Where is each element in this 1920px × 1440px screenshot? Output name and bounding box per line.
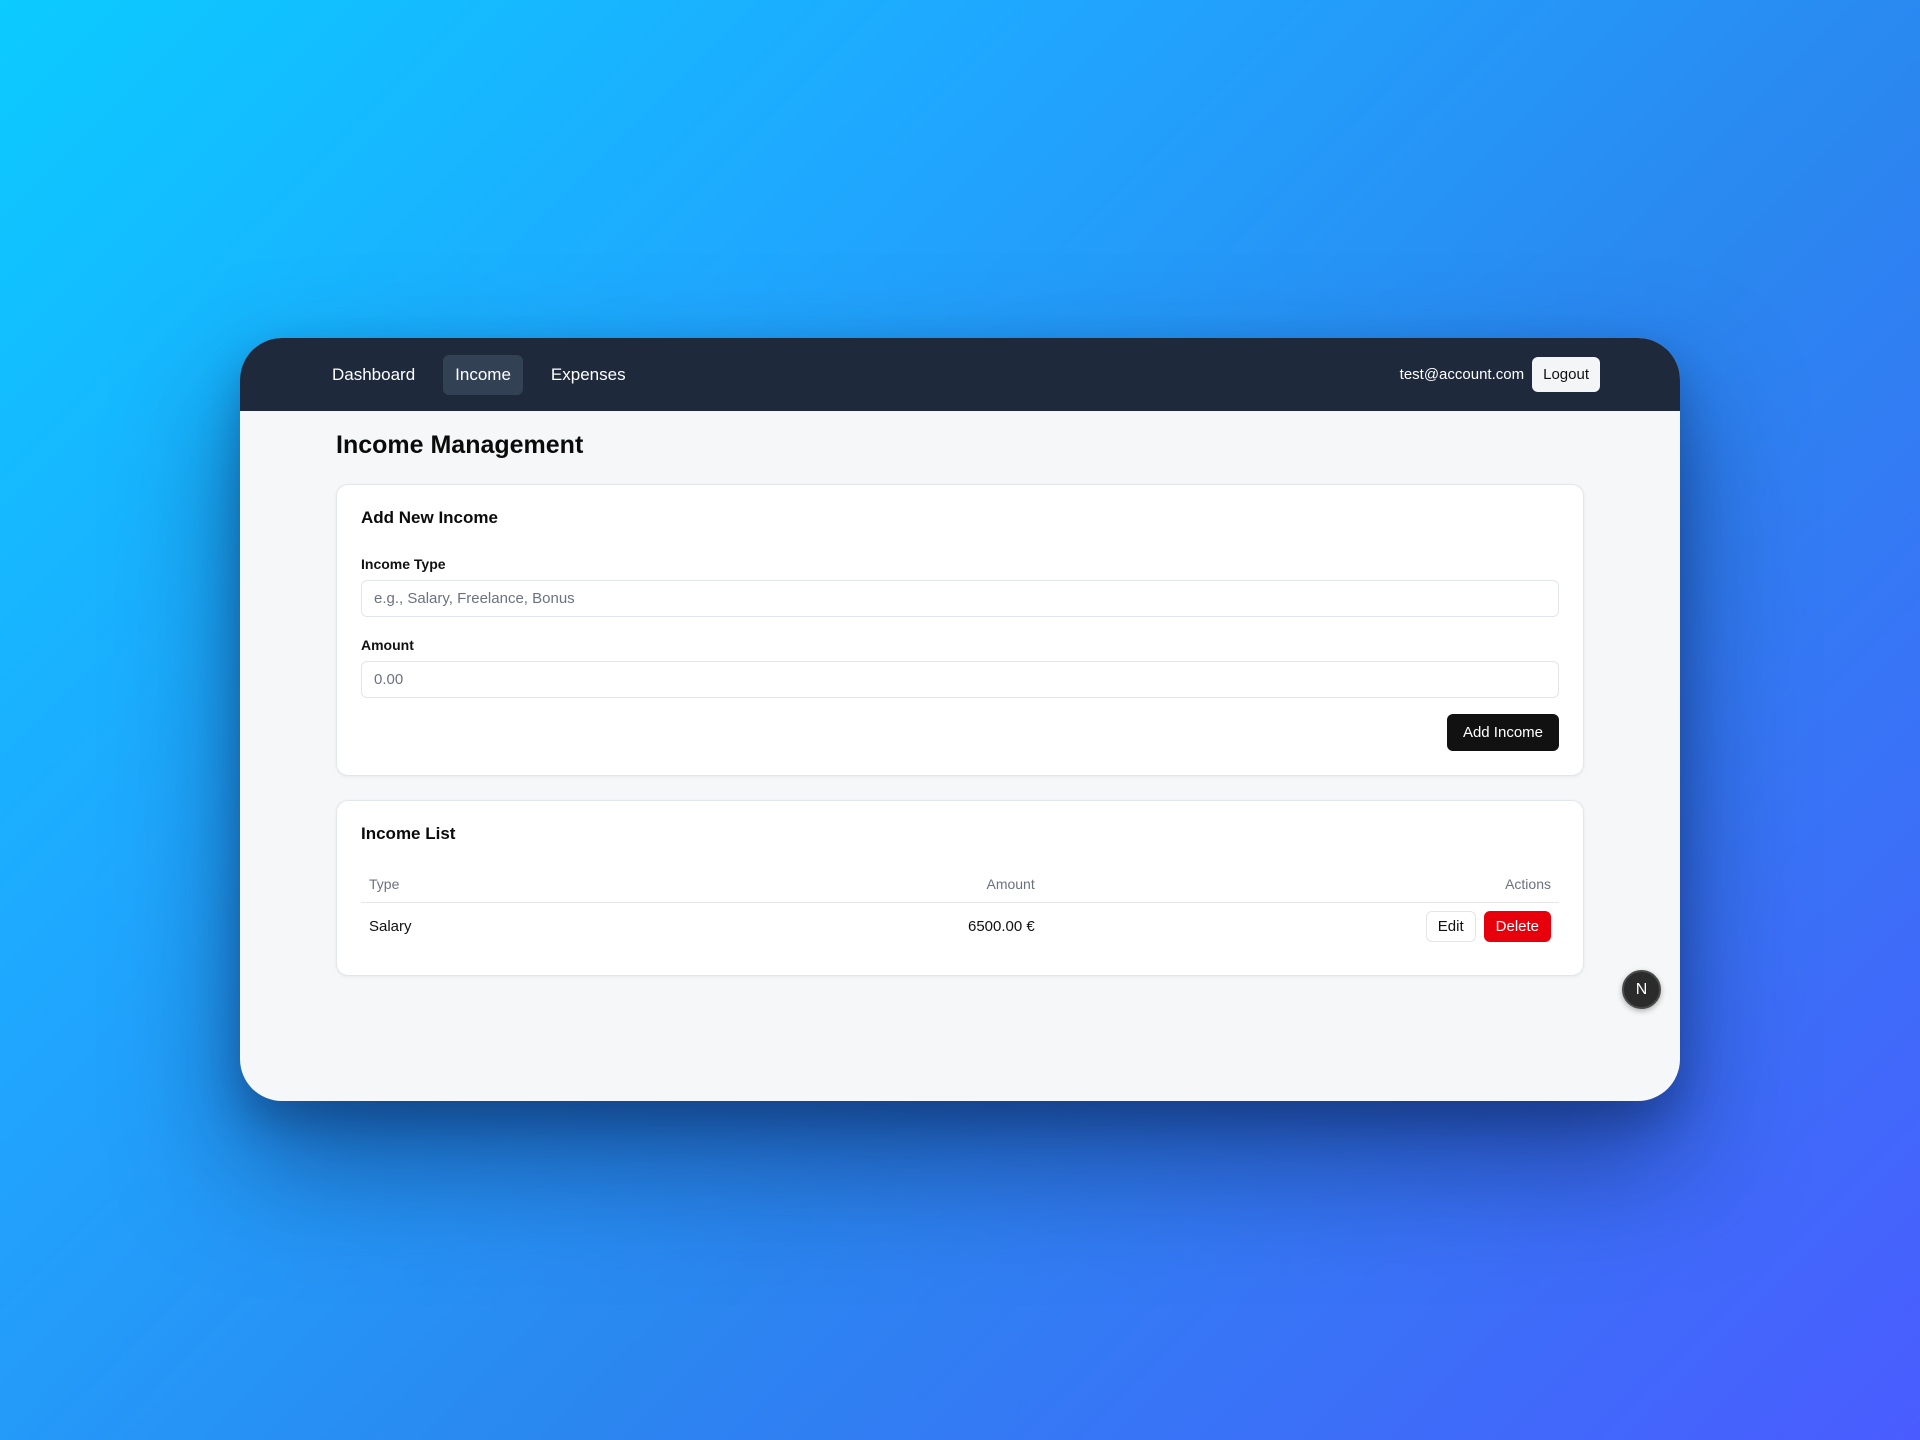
income-type-cell: Salary (369, 918, 412, 936)
badge-letter: N (1635, 980, 1648, 998)
nav-link-dashboard[interactable]: Dashboard (320, 355, 427, 395)
page-title: Income Management (336, 431, 584, 459)
amount-label: Amount (361, 637, 414, 653)
top-navbar: Dashboard Income Expenses test@account.c… (240, 338, 1680, 411)
nav-user-area: test@account.com Logout (1400, 357, 1600, 392)
app-window: Dashboard Income Expenses test@account.c… (240, 338, 1680, 1101)
nav-link-expenses[interactable]: Expenses (539, 355, 638, 395)
user-email: test@account.com (1399, 366, 1525, 383)
column-header-amount: Amount (960, 866, 1043, 903)
add-income-title: Add New Income (361, 508, 498, 527)
income-amount-cell: 6500.00 € (968, 918, 1035, 936)
add-income-button[interactable]: Add Income (1446, 714, 1559, 751)
logout-button[interactable]: Logout (1532, 357, 1600, 392)
table-row: Salary 6500.00 € Edit Delete (361, 903, 1559, 951)
edit-button[interactable]: Edit (1425, 911, 1476, 943)
nav-links: Dashboard Income Expenses (320, 354, 638, 395)
main-content: Income Management Add New Income Income … (240, 411, 1680, 976)
income-type-input[interactable] (361, 580, 1559, 617)
form-actions: Add Income (361, 714, 1559, 751)
column-header-actions: Actions (1042, 866, 1559, 903)
row-actions: Edit Delete (1425, 911, 1551, 943)
delete-button[interactable]: Delete (1483, 911, 1551, 943)
add-income-card: Add New Income Income Type Amount Add In… (336, 484, 1584, 776)
income-list-title: Income List (361, 824, 456, 843)
income-table: Type Amount Actions Salary 6500.00 € Edi… (361, 866, 1559, 951)
income-actions-cell: Edit Delete (1043, 903, 1559, 951)
income-type-label: Income Type (361, 556, 446, 572)
income-list-card: Income List Type Amount Actions Salary 6… (336, 800, 1584, 976)
amount-input[interactable] (361, 661, 1559, 698)
nav-link-income[interactable]: Income (443, 354, 523, 395)
nextjs-logo-icon[interactable]: N (1622, 970, 1661, 1009)
column-header-type: Type (361, 866, 960, 903)
table-header-row: Type Amount Actions (361, 866, 1559, 903)
